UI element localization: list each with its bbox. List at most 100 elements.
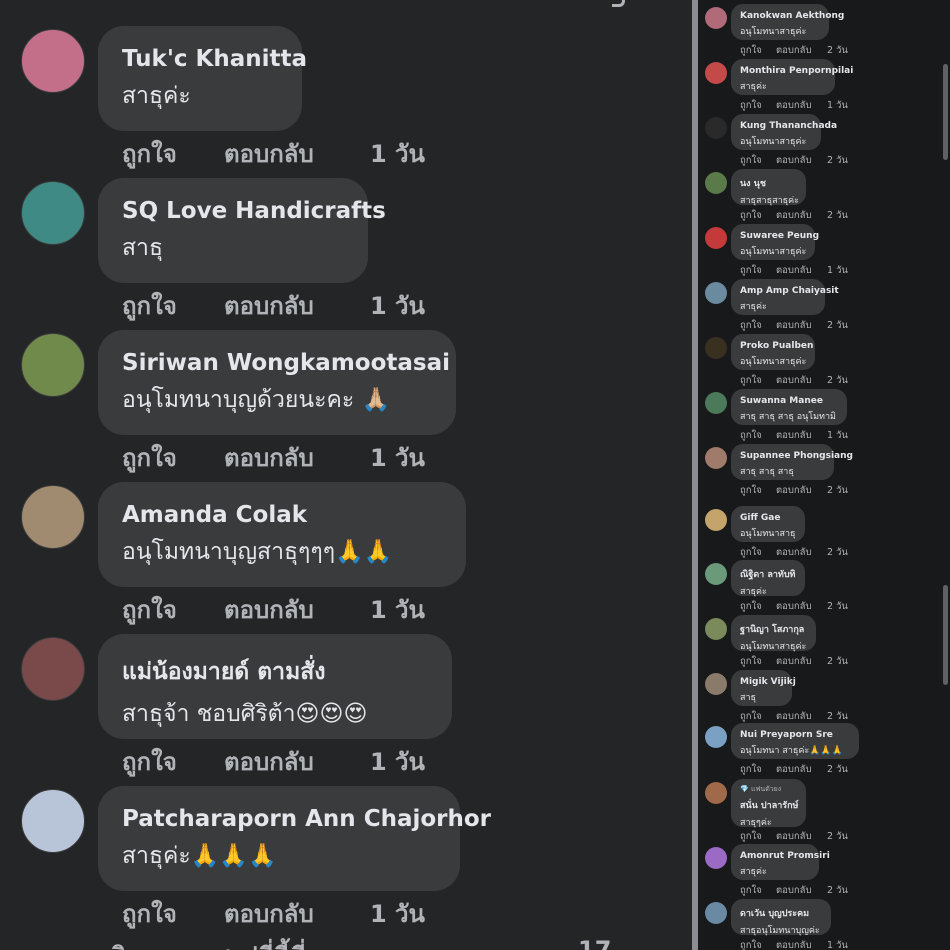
comment-timestamp[interactable]: 1 วัน: [827, 98, 848, 113]
reply-link[interactable]: ตอบกลับ: [224, 894, 314, 933]
avatar[interactable]: [705, 172, 727, 194]
avatar[interactable]: [705, 7, 727, 29]
like-link[interactable]: ถูกใจ: [122, 590, 177, 629]
like-link[interactable]: ถูกใจ: [740, 98, 762, 113]
comment-author[interactable]: ฐานิญา โสภากุล: [740, 622, 807, 636]
comment-author[interactable]: Kung Thananchada: [740, 121, 837, 131]
comment-timestamp[interactable]: 2 วัน: [827, 318, 848, 333]
comment-timestamp[interactable]: 1 วัน: [370, 894, 425, 933]
comment-author[interactable]: สนั่น ปาลารักษ์: [740, 798, 798, 812]
comment-author[interactable]: Giff Gae: [740, 513, 796, 523]
reply-link[interactable]: ตอบกลับ: [224, 590, 314, 629]
comment-author[interactable]: SQ Love Handicrafts: [122, 198, 386, 224]
reply-link[interactable]: ตอบกลับ: [776, 883, 812, 898]
comment-author[interactable]: ณิฐิดา ลาทับทิ: [740, 567, 796, 581]
comment-timestamp[interactable]: 2 วัน: [827, 153, 848, 168]
like-link[interactable]: ถูกใจ: [740, 762, 762, 777]
reply-link[interactable]: ตอบกลับ: [776, 153, 812, 168]
like-link[interactable]: ถูกใจ: [740, 883, 762, 898]
like-link[interactable]: ถูกใจ: [122, 742, 177, 781]
like-link[interactable]: ถูกใจ: [740, 318, 762, 333]
like-link[interactable]: ถูกใจ: [740, 599, 762, 614]
like-link[interactable]: ถูกใจ: [122, 894, 177, 933]
like-link[interactable]: ถูกใจ: [740, 428, 762, 443]
like-link[interactable]: ถูกใจ: [740, 153, 762, 168]
like-link[interactable]: ถูกใจ: [740, 373, 762, 388]
comment-author[interactable]: Tuk'c Khanitta: [122, 46, 307, 72]
comment-timestamp[interactable]: 2 วัน: [827, 208, 848, 223]
like-link[interactable]: ถูกใจ: [740, 43, 762, 58]
avatar[interactable]: [21, 637, 85, 701]
comment-timestamp[interactable]: 2 วัน: [827, 373, 848, 388]
comment-author[interactable]: Suwaree Peung: [740, 231, 819, 241]
comment-author[interactable]: Amanda Colak: [122, 502, 442, 528]
comment-timestamp[interactable]: 2 วัน: [827, 43, 848, 58]
avatar[interactable]: [705, 227, 727, 249]
comment-author[interactable]: Supannee Phongsiang: [740, 451, 853, 461]
comment-author[interactable]: Proko Pualben: [740, 341, 813, 351]
comment-author[interactable]: Siriwan Wongkamootasai: [122, 350, 450, 376]
like-link[interactable]: ถูกใจ: [740, 263, 762, 278]
comment-timestamp[interactable]: 2 วัน: [827, 599, 848, 614]
comment-author[interactable]: นง นุช: [740, 176, 797, 190]
comment-author[interactable]: Patcharaporn Ann Chajorhor: [122, 806, 491, 832]
avatar[interactable]: [705, 337, 727, 359]
avatar[interactable]: [21, 789, 85, 853]
reply-link[interactable]: ตอบกลับ: [224, 134, 314, 173]
avatar[interactable]: [21, 29, 85, 93]
comment-timestamp[interactable]: 2 วัน: [827, 654, 848, 669]
comment-timestamp[interactable]: 1 วัน: [370, 742, 425, 781]
comment-timestamp[interactable]: 2 วัน: [827, 883, 848, 898]
reply-link[interactable]: ตอบกลับ: [776, 318, 812, 333]
reply-link[interactable]: ตอบกลับ: [776, 263, 812, 278]
comment-timestamp[interactable]: 2 วัน: [827, 762, 848, 777]
comment-author[interactable]: Migik Vijikj: [740, 677, 796, 687]
comment-author[interactable]: Monthira Penpornpilai: [740, 66, 853, 76]
comment-timestamp[interactable]: 1 วัน: [370, 134, 425, 173]
avatar[interactable]: [705, 782, 727, 804]
comment-author[interactable]: Nui Preyaporn Sre: [740, 730, 850, 740]
avatar[interactable]: [705, 902, 727, 924]
comment-author[interactable]: Amp Amp Chaiyasit: [740, 286, 839, 296]
avatar[interactable]: [705, 509, 727, 531]
comment-timestamp[interactable]: 1 วัน: [370, 438, 425, 477]
avatar[interactable]: [705, 282, 727, 304]
comment-author[interactable]: แม่น้องมายด์ ตามสั่ง: [122, 654, 428, 690]
comment-timestamp[interactable]: 1 วัน: [370, 286, 425, 325]
comment-timestamp[interactable]: 1 วัน: [827, 263, 848, 278]
reply-link[interactable]: ตอบกลับ: [224, 438, 314, 477]
avatar[interactable]: [705, 618, 727, 640]
avatar[interactable]: [705, 117, 727, 139]
like-link[interactable]: ถูกใจ: [122, 134, 177, 173]
avatar[interactable]: [705, 726, 727, 748]
reply-link[interactable]: ตอบกลับ: [776, 373, 812, 388]
reply-link[interactable]: ตอบกลับ: [776, 599, 812, 614]
avatar[interactable]: [705, 392, 727, 414]
comment-timestamp[interactable]: 1 วัน: [827, 428, 848, 443]
reply-link[interactable]: ตอบกลับ: [776, 483, 812, 498]
reply-link[interactable]: ตอบกลับ: [224, 286, 314, 325]
reply-link[interactable]: ตอบกลับ: [776, 654, 812, 669]
comment-author[interactable]: Kanokwan Aekthong: [740, 11, 844, 21]
avatar[interactable]: [705, 62, 727, 84]
like-link[interactable]: ถูกใจ: [740, 208, 762, 223]
comment-timestamp[interactable]: 1 วัน: [827, 938, 848, 950]
like-link[interactable]: ถูกใจ: [740, 938, 762, 950]
avatar[interactable]: [705, 673, 727, 695]
reply-link[interactable]: ตอบกลับ: [776, 43, 812, 58]
reply-link[interactable]: ตอบกลับ: [776, 762, 812, 777]
reply-link[interactable]: ตอบกลับ: [776, 428, 812, 443]
like-link[interactable]: ถูกใจ: [740, 654, 762, 669]
comment-author[interactable]: ดาเวัน บุญประคม: [740, 906, 822, 920]
avatar[interactable]: [21, 485, 85, 549]
comment-author[interactable]: Suwanna Manee: [740, 396, 838, 406]
reply-link[interactable]: ตอบกลับ: [776, 208, 812, 223]
comment-author[interactable]: Amonrut Promsiri: [740, 851, 830, 861]
comment-timestamp[interactable]: 1 วัน: [370, 590, 425, 629]
like-link[interactable]: ถูกใจ: [122, 438, 177, 477]
like-link[interactable]: ถูกใจ: [740, 483, 762, 498]
like-link[interactable]: ถูกใจ: [122, 286, 177, 325]
reply-link[interactable]: ตอบกลับ: [776, 938, 812, 950]
reply-link[interactable]: ตอบกลับ: [776, 98, 812, 113]
avatar[interactable]: [705, 847, 727, 869]
